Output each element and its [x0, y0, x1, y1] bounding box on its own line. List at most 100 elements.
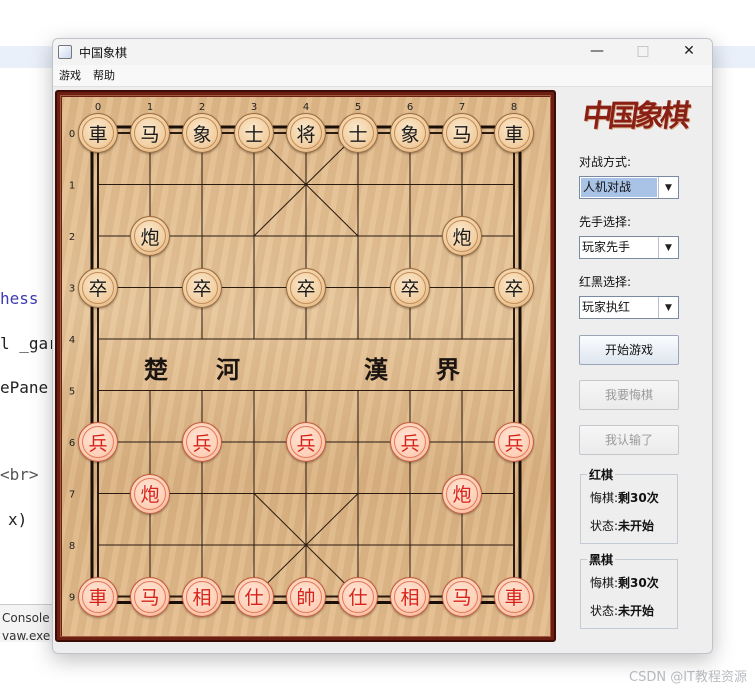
red-piece[interactable]: 兵 — [78, 422, 118, 462]
red-piece[interactable]: 仕 — [338, 576, 378, 617]
red-piece[interactable]: 帥 — [286, 576, 326, 617]
red-piece[interactable]: 马 — [130, 576, 170, 617]
chevron-down-icon[interactable]: ▼ — [658, 177, 678, 198]
black-status-label: 状态: — [590, 604, 619, 618]
code-fragment: hess — [0, 289, 39, 308]
first-move-select[interactable]: 玩家先手 ▼ — [579, 236, 679, 259]
mode-select[interactable]: 人机对战 ▼ — [579, 176, 679, 199]
black-piece[interactable]: 将 — [286, 113, 326, 153]
menu-help[interactable]: 帮助 — [87, 66, 121, 86]
close-button[interactable]: ✕ — [666, 39, 712, 65]
piece-label: 仕 — [342, 580, 374, 613]
black-piece[interactable]: 炮 — [130, 216, 170, 256]
black-piece[interactable]: 马 — [442, 113, 482, 153]
piece-label: 相 — [186, 580, 218, 613]
row-label: 2 — [69, 232, 75, 243]
black-piece[interactable]: 马 — [130, 113, 170, 153]
red-status-value: 未开始 — [618, 519, 655, 533]
red-piece[interactable]: 兵 — [286, 422, 326, 462]
piece-label: 兵 — [82, 426, 114, 458]
black-status-group: 黑棋 悔棋:剩30次 状态:未开始 — [580, 551, 678, 629]
game-logo: 中国象棋 — [580, 99, 689, 134]
row-label: 3 — [69, 284, 75, 295]
black-piece[interactable]: 卒 — [182, 267, 222, 308]
piece-label: 炮 — [134, 477, 166, 510]
chevron-down-icon[interactable]: ▼ — [658, 237, 678, 258]
piece-label: 象 — [394, 117, 426, 149]
minimize-button[interactable]: — — [574, 39, 620, 65]
piece-label: 士 — [238, 117, 270, 149]
red-piece[interactable]: 兵 — [494, 422, 534, 462]
column-label: 6 — [407, 102, 413, 113]
piece-label: 马 — [134, 117, 166, 149]
red-piece[interactable]: 車 — [494, 576, 534, 617]
chevron-down-icon[interactable]: ▼ — [658, 297, 678, 318]
black-piece[interactable]: 車 — [494, 113, 534, 153]
river-char: 楚 — [144, 355, 170, 384]
black-group-title: 黑棋 — [587, 551, 616, 568]
red-piece[interactable]: 炮 — [130, 473, 170, 514]
red-group-title: 红棋 — [587, 466, 616, 483]
piece-label: 車 — [498, 580, 530, 613]
black-piece[interactable]: 象 — [390, 113, 430, 153]
column-label: 5 — [355, 102, 361, 113]
black-piece[interactable]: 士 — [234, 113, 274, 153]
start-game-button[interactable]: 开始游戏 — [579, 335, 679, 365]
black-piece[interactable]: 卒 — [286, 267, 326, 308]
console-tab[interactable]: Console — [0, 611, 60, 625]
piece-label: 炮 — [446, 220, 478, 252]
piece-label: 马 — [446, 580, 478, 613]
color-select[interactable]: 玩家执红 ▼ — [579, 296, 679, 319]
red-piece[interactable]: 炮 — [442, 473, 482, 514]
resign-button[interactable]: 我认输了 — [579, 425, 679, 455]
side-panel: 中国象棋 对战方式: 人机对战 ▼ 先手选择: 玩家先手 ▼ 红黑选择: 玩家执… — [563, 87, 711, 653]
black-piece[interactable]: 車 — [78, 113, 118, 153]
color-label: 红黑选择: — [579, 275, 632, 289]
console-line: vaw.exe ( — [2, 629, 59, 643]
red-piece[interactable]: 马 — [442, 576, 482, 617]
column-label: 0 — [95, 102, 101, 113]
black-undo-label: 悔棋: — [590, 576, 619, 590]
piece-label: 将 — [290, 117, 322, 149]
mode-select-value: 人机对战 — [581, 178, 657, 197]
piece-label: 卒 — [290, 271, 322, 304]
red-undo-value: 剩30次 — [618, 491, 659, 505]
code-fragment: <br> — [0, 465, 39, 484]
red-piece[interactable]: 兵 — [182, 422, 222, 462]
black-piece[interactable]: 象 — [182, 113, 222, 153]
black-piece[interactable]: 卒 — [494, 267, 534, 308]
undo-button[interactable]: 我要悔棋 — [579, 380, 679, 410]
piece-label: 相 — [394, 580, 426, 613]
black-piece[interactable]: 炮 — [442, 216, 482, 256]
river-char: 漢 — [364, 355, 390, 384]
piece-label: 卒 — [394, 271, 426, 304]
red-piece[interactable]: 相 — [182, 576, 222, 617]
black-piece[interactable]: 卒 — [78, 267, 118, 308]
menu-game[interactable]: 游戏 — [53, 66, 87, 86]
red-piece[interactable]: 車 — [78, 576, 118, 617]
piece-label: 車 — [82, 580, 114, 613]
river-char: 界 — [436, 355, 462, 384]
column-label: 8 — [511, 102, 517, 113]
red-status-label: 状态: — [590, 519, 619, 533]
red-piece[interactable]: 相 — [390, 576, 430, 617]
title-bar[interactable]: 中国象棋 — □ ✕ — [53, 39, 712, 65]
piece-label: 兵 — [186, 426, 218, 458]
piece-label: 車 — [498, 117, 530, 149]
piece-label: 兵 — [498, 426, 530, 458]
mode-label: 对战方式: — [579, 155, 632, 169]
row-label: 1 — [69, 181, 75, 192]
piece-label: 兵 — [290, 426, 322, 458]
chess-window: 中国象棋 — □ ✕ 游戏 帮助 0 1 2 3 4 5 6 7 8 0 1 2 3 4 5 6 7 8 9 楚 河… — [52, 38, 713, 654]
red-status-group: 红棋 悔棋:剩30次 状态:未开始 — [580, 466, 678, 544]
maximize-button[interactable]: □ — [620, 39, 666, 65]
chess-board[interactable]: 0123456780123456789 楚 河 漢 界 車马象士将士象马車炮炮卒… — [62, 97, 550, 636]
row-label: 5 — [69, 387, 75, 398]
red-piece[interactable]: 兵 — [390, 422, 430, 462]
board-grid: 0 1 2 3 4 5 6 7 8 0 1 2 3 4 5 6 7 8 9 — [69, 102, 522, 604]
row-label: 4 — [69, 335, 75, 346]
black-piece[interactable]: 士 — [338, 113, 378, 153]
black-piece[interactable]: 卒 — [390, 267, 430, 308]
red-piece[interactable]: 仕 — [234, 576, 274, 617]
java-app-icon — [58, 45, 72, 59]
